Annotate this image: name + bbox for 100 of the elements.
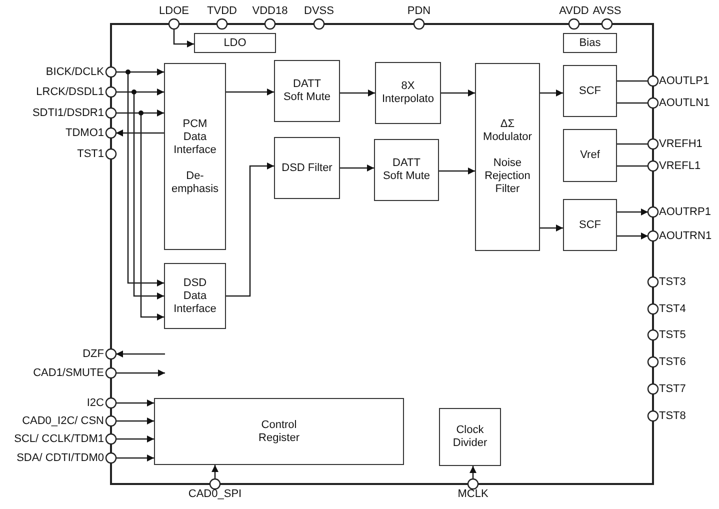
pin-terminal [647, 160, 659, 172]
pin-label: I2C [86, 396, 104, 410]
pin-terminal [105, 452, 117, 464]
pin-terminal [216, 18, 228, 30]
pin-label: CAD0_I2C/ CSN [22, 414, 104, 428]
pin-terminal [105, 348, 117, 360]
pin-label: TST6 [659, 355, 686, 369]
pin-label: TDMO1 [66, 126, 104, 140]
block-label: Clock Divider [452, 424, 488, 450]
signal-arrow [116, 418, 154, 424]
pin-label: TST8 [659, 409, 686, 423]
signal-arrow [116, 454, 154, 462]
pin-label: AOUTLN1 [659, 96, 710, 110]
pin-label: SDTI1/DSDR1 [32, 106, 104, 120]
signal-arrow [340, 90, 375, 96]
pin-terminal [105, 367, 117, 379]
signal-arrow [116, 400, 154, 406]
block-label: De- emphasis [171, 170, 219, 196]
signal-arrow [226, 88, 274, 96]
pin-label: DVSS [304, 4, 334, 18]
block-label: Bias [579, 36, 601, 50]
pin-label: TST7 [659, 382, 686, 396]
pin-label: LDOE [159, 4, 189, 18]
pin-terminal [105, 66, 117, 78]
signal-arrow [116, 436, 154, 442]
pin-terminal [105, 397, 117, 409]
block-label: DATT Soft Mute [283, 78, 331, 104]
block-label: Control Register [258, 418, 300, 444]
pin-terminal [105, 86, 117, 98]
pin-terminal [209, 478, 221, 490]
block-label: DATT Soft Mute [382, 157, 430, 183]
pin-terminal [467, 478, 479, 490]
block-label: DSD Filter [282, 162, 332, 174]
junction-dot [138, 110, 144, 116]
pin-terminal [647, 97, 659, 109]
pin-label: AOUTRN1 [659, 229, 712, 243]
pin-terminal [313, 18, 325, 30]
block-label: SCF [579, 218, 601, 232]
pin-terminal [647, 329, 659, 341]
pin-label: SDA/ CDTI/TDM0 [16, 451, 104, 465]
signal-arrow [617, 232, 648, 240]
junction-dot [126, 70, 130, 74]
pin-terminal [264, 18, 276, 30]
block-label: Vref [580, 149, 600, 162]
pin-terminal [105, 415, 117, 427]
pin-label: TST3 [659, 275, 686, 289]
pin-label: LRCK/DSDL1 [36, 85, 104, 99]
pin-label: TVDD [207, 4, 237, 18]
pin-terminal [601, 18, 613, 30]
signal-line [617, 143, 648, 145]
pin-label: AVDD [559, 4, 589, 18]
block-label: SCF [579, 84, 601, 98]
signal-arrow [173, 29, 194, 48]
pin-terminal [168, 18, 180, 30]
pin-label: TST4 [659, 302, 686, 316]
pin-label: DZF [82, 347, 104, 361]
signal-line [617, 165, 648, 167]
signal-arrow [617, 208, 648, 216]
signal-arrow [540, 90, 563, 96]
pin-label: AOUTRP1 [659, 205, 711, 219]
signal-arrow [439, 168, 475, 174]
pin-label: TST5 [659, 328, 686, 342]
signal-arrow [116, 370, 165, 376]
pin-label: AVSS [592, 4, 622, 18]
pin-terminal [105, 107, 117, 119]
block-label: 8X Interpolato [382, 80, 434, 106]
pin-label: CAD1/SMUTE [33, 366, 104, 380]
signal-arrow [441, 90, 475, 96]
pin-terminal [647, 276, 659, 288]
pin-terminal [413, 18, 425, 30]
junction-dot [132, 90, 136, 94]
signal-arrow [340, 164, 374, 172]
pin-label: BICK/DCLK [46, 65, 104, 79]
pin-terminal [647, 303, 659, 315]
pin-label: AOUTLP1 [659, 74, 710, 88]
pin-terminal [647, 410, 659, 422]
pin-label: VDD18 [252, 4, 288, 18]
pin-label: SCL/ CCLK/TDM1 [14, 432, 104, 446]
signal-line [617, 80, 648, 82]
block-label: ΔΣ Modulator [483, 118, 532, 144]
signal-line [617, 102, 648, 104]
pin-terminal [647, 356, 659, 368]
pin-terminal [647, 138, 659, 150]
block-label: LDO [224, 36, 246, 50]
pin-terminal [568, 18, 580, 30]
pin-terminal [647, 75, 659, 87]
pin-terminal [105, 148, 117, 160]
pin-label: CAD0_SPI [188, 487, 242, 501]
pin-terminal [105, 127, 117, 139]
pin-terminal [647, 206, 659, 218]
pin-label: VREFL1 [659, 159, 701, 173]
signal-arrow [212, 465, 218, 479]
pin-label: VREFH1 [659, 137, 702, 151]
pin-terminal [105, 433, 117, 445]
signal-arrow [116, 350, 165, 358]
block-label: DSD Data Interface [174, 276, 216, 316]
pin-label: MCLK [458, 487, 488, 501]
pin-terminal [647, 383, 659, 395]
signal-arrow [540, 224, 563, 232]
block-label: Noise Rejection Filter [484, 157, 530, 196]
